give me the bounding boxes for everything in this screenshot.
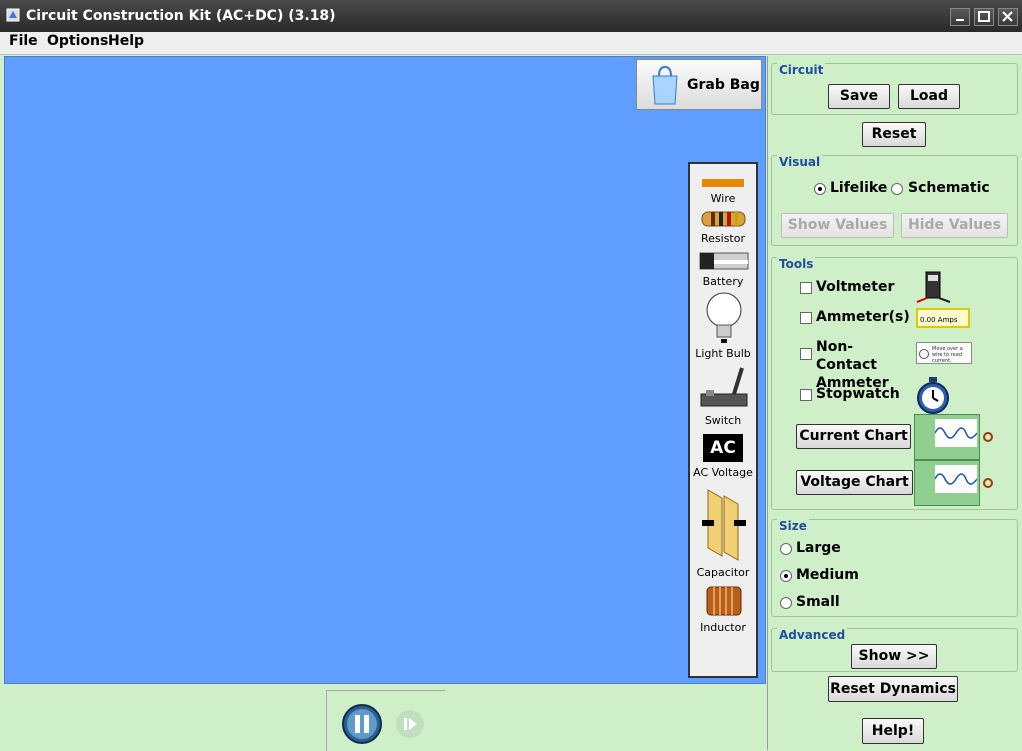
voltage-chart-icon [914, 460, 980, 506]
help-button[interactable]: Help! [862, 718, 924, 744]
switch-icon [700, 367, 748, 407]
size-large-label: Large [796, 540, 841, 556]
save-button[interactable]: Save [828, 84, 890, 109]
pause-icon[interactable] [341, 703, 383, 745]
switch-label: Switch [704, 414, 742, 427]
minimize-button[interactable] [950, 8, 970, 26]
hide-values-button[interactable]: Hide Values [901, 213, 1008, 238]
schematic-label: Schematic [908, 180, 990, 196]
size-large-radio[interactable] [780, 543, 792, 555]
current-chart-button[interactable]: Current Chart [796, 424, 911, 449]
current-chart-icon [914, 414, 980, 460]
reset-dynamics-button[interactable]: Reset Dynamics [828, 676, 958, 702]
step-icon[interactable] [395, 709, 425, 739]
light-bulb-label: Light Bulb [695, 347, 751, 360]
inductor-icon [706, 586, 742, 616]
circuit-group: Circuit Save Load [771, 63, 1018, 115]
close-button[interactable] [998, 8, 1018, 26]
title-bar: Circuit Construction Kit (AC+DC) (3.18) [0, 0, 1022, 32]
load-button[interactable]: Load [898, 84, 960, 109]
battery-label: Battery [702, 275, 744, 288]
size-medium-radio[interactable] [780, 570, 792, 582]
stopwatch-icon [917, 377, 949, 414]
non-contact-ammeter-icon: Move over a wire to read current. [916, 342, 972, 364]
size-medium-label: Medium [796, 567, 859, 583]
control-panel: Circuit Save Load Reset Visual Lifelike … [767, 56, 1022, 750]
maximize-button[interactable] [974, 8, 994, 26]
size-small-label: Small [796, 594, 840, 610]
capacitor-label: Capacitor [696, 566, 750, 579]
voltage-chart-button[interactable]: Voltage Chart [796, 470, 913, 495]
battery-icon [699, 252, 749, 270]
show-values-button[interactable]: Show Values [781, 213, 894, 238]
resistor-label: Resistor [701, 232, 745, 245]
voltmeter-label: Voltmeter [816, 279, 895, 295]
circuit-canvas[interactable] [4, 56, 766, 684]
resistor-icon [701, 211, 746, 227]
advanced-group: Advanced Show >> [771, 628, 1018, 672]
ammeter-icon: 0.00 Amps [916, 308, 970, 328]
tools-group: Tools Voltmeter Ammeter(s) 0.00 Amps Non… [771, 257, 1018, 510]
schematic-radio[interactable] [891, 183, 903, 195]
menu-help[interactable]: Help [108, 33, 144, 49]
non-contact-ammeter-checkbox[interactable] [800, 348, 812, 360]
size-group: Size Large Medium Small [771, 519, 1018, 617]
show-advanced-button[interactable]: Show >> [851, 644, 937, 669]
playback-controls [326, 690, 445, 751]
ammeter-readout: 0.00 Amps [920, 316, 958, 324]
non-contact-ammeter-label: Non-Contact Ammeter [816, 339, 889, 391]
lifelike-label: Lifelike [830, 180, 888, 196]
wire-icon [702, 179, 744, 187]
advanced-group-title: Advanced [777, 628, 848, 642]
non-contact-ammeter-readout: Move over a wire to read current. [932, 346, 963, 364]
menu-file[interactable]: File [9, 33, 38, 49]
app-icon [6, 8, 20, 22]
voltmeter-icon [916, 271, 951, 303]
component-toolbox: Wire Resistor Battery Light Bulb Switch … [688, 162, 758, 678]
minimize-icon [956, 19, 964, 21]
inductor-label: Inductor [700, 621, 746, 634]
crosshair-icon [919, 349, 929, 359]
visual-group: Visual Lifelike Schematic Show Values Hi… [771, 155, 1018, 246]
ammeter-label: Ammeter(s) [816, 309, 910, 325]
lifelike-radio[interactable] [814, 183, 826, 195]
window-title: Circuit Construction Kit (AC+DC) (3.18) [26, 8, 336, 24]
shopping-bag-icon [652, 65, 678, 105]
stopwatch-checkbox[interactable] [800, 389, 812, 401]
stopwatch-label: Stopwatch [816, 386, 900, 402]
grab-bag-button[interactable]: Grab Bag [636, 59, 762, 110]
current-chart-gear-icon [983, 432, 993, 442]
voltmeter-checkbox[interactable] [800, 282, 812, 294]
tools-group-title: Tools [777, 257, 816, 271]
ac-voltage-icon: AC [703, 434, 743, 462]
wire-label: Wire [710, 192, 736, 205]
size-group-title: Size [777, 519, 809, 533]
maximize-icon [978, 11, 990, 22]
menu-bar: File Options Help [0, 32, 1022, 55]
visual-group-title: Visual [777, 155, 823, 169]
circuit-group-title: Circuit [777, 63, 826, 77]
grab-bag-label: Grab Bag [687, 77, 760, 93]
reset-button[interactable]: Reset [862, 122, 926, 147]
capacitor-icon [702, 489, 746, 561]
size-small-radio[interactable] [780, 597, 792, 609]
voltage-chart-gear-icon [983, 478, 993, 488]
close-icon [1002, 11, 1013, 22]
ac-voltage-label: AC Voltage [693, 466, 753, 479]
light-bulb-icon [706, 292, 742, 343]
menu-options[interactable]: Options [47, 33, 108, 49]
ammeter-checkbox[interactable] [800, 312, 812, 324]
